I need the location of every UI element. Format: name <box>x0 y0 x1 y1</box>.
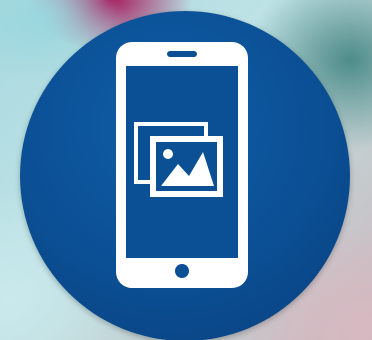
smartphone-icon <box>116 42 248 288</box>
wallpaper-background <box>0 0 372 340</box>
